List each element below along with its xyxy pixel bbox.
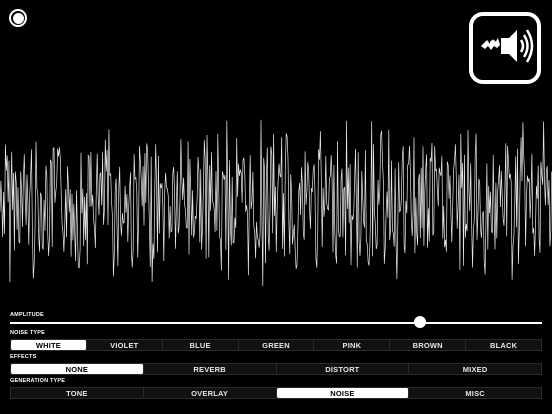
option-mixed[interactable]: MIXED (409, 364, 541, 374)
option-overlay[interactable]: OVERLAY (144, 388, 277, 398)
option-blue[interactable]: BLUE (163, 340, 239, 350)
option-white[interactable]: WHITE (11, 340, 87, 350)
bat-speaker-icon[interactable] (469, 12, 541, 84)
option-reverb[interactable]: REVERB (144, 364, 277, 374)
record-button[interactable] (9, 9, 27, 27)
option-none[interactable]: NONE (11, 364, 144, 374)
option-tone[interactable]: TONE (11, 388, 144, 398)
option-brown[interactable]: BROWN (390, 340, 467, 350)
amplitude-slider-track[interactable] (10, 322, 542, 324)
waveform-line (0, 119, 552, 287)
effects-label: EFFECTS (10, 354, 37, 360)
option-noise[interactable]: NOISE (276, 388, 410, 398)
option-distort[interactable]: DISTORT (277, 364, 410, 374)
generation-type-label: GENERATION TYPE (10, 378, 66, 384)
option-black[interactable]: BLACK (466, 340, 541, 350)
effects-selector: NONE REVERB DISTORT MIXED (10, 363, 542, 375)
noise-type-label: NOISE TYPE (10, 330, 46, 336)
amplitude-label: AMPLITUDE (10, 312, 44, 318)
noise-type-selector: WHITE VIOLET BLUE GREEN PINK BROWN BLACK (10, 339, 542, 351)
option-misc[interactable]: MISC (409, 388, 541, 398)
bat-speaker-graphic (481, 29, 534, 63)
noise-waveform (0, 119, 552, 287)
record-dot-icon (12, 12, 24, 24)
option-pink[interactable]: PINK (314, 340, 391, 350)
generation-type-selector: TONE OVERLAY NOISE MISC (10, 387, 542, 399)
option-green[interactable]: GREEN (239, 340, 315, 350)
option-violet[interactable]: VIOLET (87, 340, 163, 350)
amplitude-slider-thumb[interactable] (413, 316, 426, 328)
